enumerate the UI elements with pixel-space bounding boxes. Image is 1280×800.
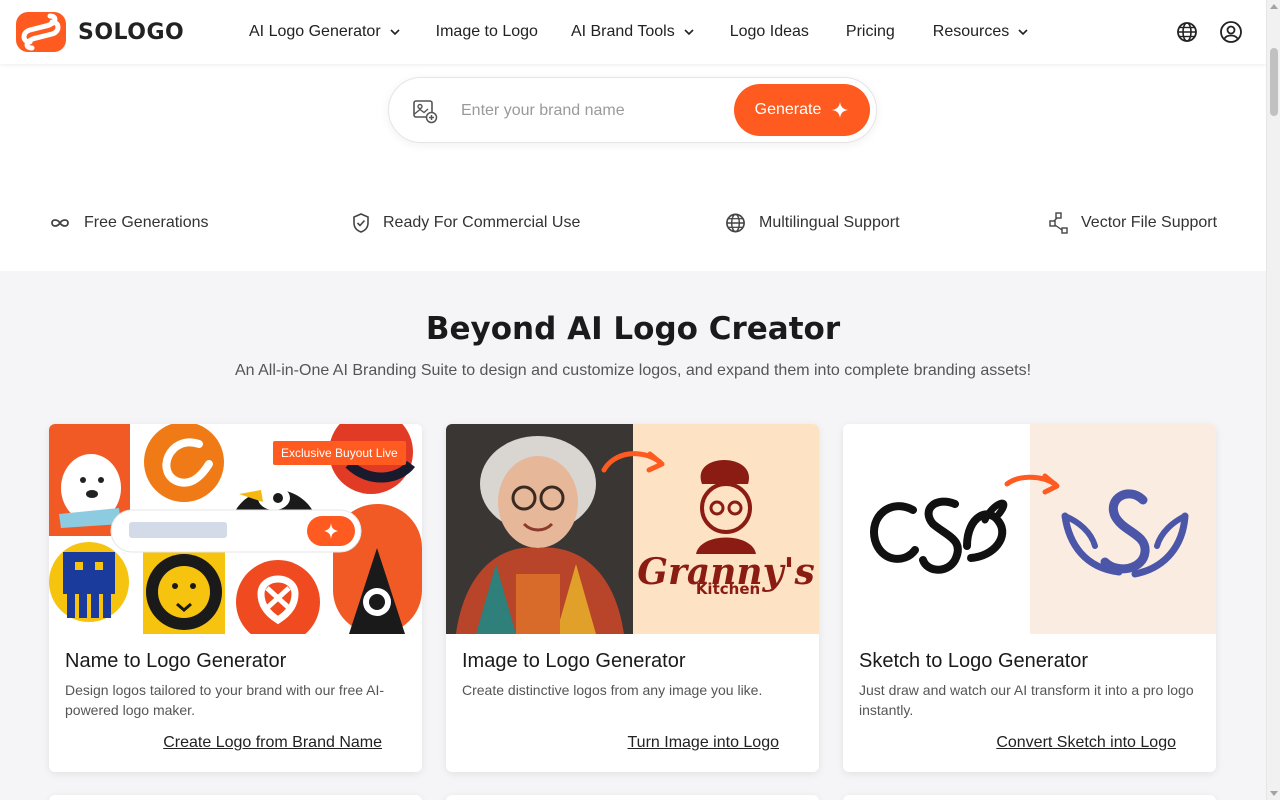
feature-commercial-use: Ready For Commercial Use xyxy=(351,211,580,235)
feature-label: Ready For Commercial Use xyxy=(383,214,581,231)
sparkle-icon xyxy=(832,102,849,118)
brand-name-input[interactable] xyxy=(461,94,721,128)
top-navbar: SOLOGO AI Logo Generator Image to Logo A… xyxy=(0,0,1266,64)
brand-name-search-bar: Generate xyxy=(388,77,877,143)
card-title: Sketch to Logo Generator xyxy=(859,650,1089,672)
feature-label: Multilingual Support xyxy=(759,214,900,231)
name-to-logo-collage-image: Exclusive Buyout Live xyxy=(49,424,422,634)
grannys-kitchen-logo-subtext: Kitchen xyxy=(696,580,760,598)
sketch-to-logo-example-image xyxy=(843,424,1216,634)
scrollbar-thumb[interactable] xyxy=(1270,48,1278,116)
next-card-edge xyxy=(446,795,819,800)
nav-ai-brand-tools[interactable]: AI Brand Tools xyxy=(571,23,695,41)
feature-vector-files: Vector File Support xyxy=(1049,211,1217,235)
feature-label: Vector File Support xyxy=(1081,214,1218,231)
next-card-edge xyxy=(843,795,1216,800)
generate-button-label: Generate xyxy=(754,101,822,118)
vertical-scrollbar[interactable] xyxy=(1266,0,1280,800)
branding-suite-section: Beyond AI Logo Creator An All-in-One AI … xyxy=(0,271,1266,800)
page: SOLOGO AI Logo Generator Image to Logo A… xyxy=(0,0,1280,800)
globe-icon xyxy=(726,213,745,233)
chevron-down-icon xyxy=(684,29,694,36)
generate-button[interactable]: Generate xyxy=(734,84,870,136)
nav-label: Image to Logo xyxy=(435,23,538,40)
create-logo-from-brand-name-link[interactable]: Create Logo from Brand Name xyxy=(163,734,382,752)
section-subtitle: An All-in-One AI Branding Suite to desig… xyxy=(234,362,1032,379)
sologo-mark-icon xyxy=(16,12,66,52)
card-title: Image to Logo Generator xyxy=(462,650,686,672)
image-upload-icon[interactable] xyxy=(412,98,438,124)
exclusive-buyout-badge: Exclusive Buyout Live xyxy=(273,441,406,465)
next-card-edge xyxy=(49,795,422,800)
nav-pricing[interactable]: Pricing xyxy=(846,23,895,41)
nav-label: Logo Ideas xyxy=(729,23,809,40)
card-title: Name to Logo Generator xyxy=(65,650,287,672)
feature-label: Free Generations xyxy=(84,214,209,231)
nav-label: Pricing xyxy=(845,23,895,40)
infinity-icon xyxy=(51,219,69,227)
feature-free-generations: Free Generations xyxy=(48,211,209,235)
card-description: Create distinctive logos from any image … xyxy=(462,682,763,698)
brand-wordmark: SOLOGO xyxy=(78,19,185,45)
nav-logo-ideas[interactable]: Logo Ideas xyxy=(730,23,809,41)
card-sketch-to-logo[interactable]: Sketch to Logo Generator Just draw and w… xyxy=(843,424,1216,772)
turn-image-into-logo-link[interactable]: Turn Image into Logo xyxy=(628,734,780,752)
image-to-logo-example-image: Granny's Kitchen xyxy=(446,424,819,634)
globe-icon[interactable] xyxy=(1175,20,1199,44)
scroll-up-arrow-icon[interactable] xyxy=(1270,4,1278,9)
sketch-to-swan-logo-illustration xyxy=(843,424,1216,634)
brand-logo[interactable]: SOLOGO xyxy=(16,12,184,52)
scroll-down-arrow-icon[interactable] xyxy=(1270,791,1278,796)
nav-label: AI Logo Generator xyxy=(249,23,381,40)
convert-sketch-into-logo-link[interactable]: Convert Sketch into Logo xyxy=(996,734,1176,752)
nav-resources[interactable]: Resources xyxy=(933,23,1029,41)
section-title: Beyond AI Logo Creator xyxy=(425,311,841,347)
nav-image-to-logo[interactable]: Image to Logo xyxy=(436,23,538,41)
card-description: Just draw and watch our AI transform it … xyxy=(859,682,1194,718)
card-image-to-logo[interactable]: Granny's Kitchen Image to Logo Generator… xyxy=(446,424,819,772)
nav-label: AI Brand Tools xyxy=(570,23,675,40)
grandma-photo-to-logo-illustration: Granny's Kitchen xyxy=(446,424,819,634)
shield-check-icon xyxy=(353,213,369,233)
vector-nodes-icon xyxy=(1049,212,1068,234)
card-name-to-logo[interactable]: Exclusive Buyout Live Name to Logo Gener… xyxy=(49,424,422,772)
chevron-down-icon xyxy=(390,29,400,36)
feature-multilingual: Multilingual Support xyxy=(724,211,900,235)
nav-label: Resources xyxy=(932,23,1010,40)
card-description: Design logos tailored to your brand with… xyxy=(65,682,385,718)
chevron-down-icon xyxy=(1018,29,1028,36)
user-account-icon[interactable] xyxy=(1219,20,1243,44)
nav-ai-logo-generator[interactable]: AI Logo Generator xyxy=(249,23,401,41)
main-nav: AI Logo Generator Image to Logo AI Brand… xyxy=(249,0,1029,64)
